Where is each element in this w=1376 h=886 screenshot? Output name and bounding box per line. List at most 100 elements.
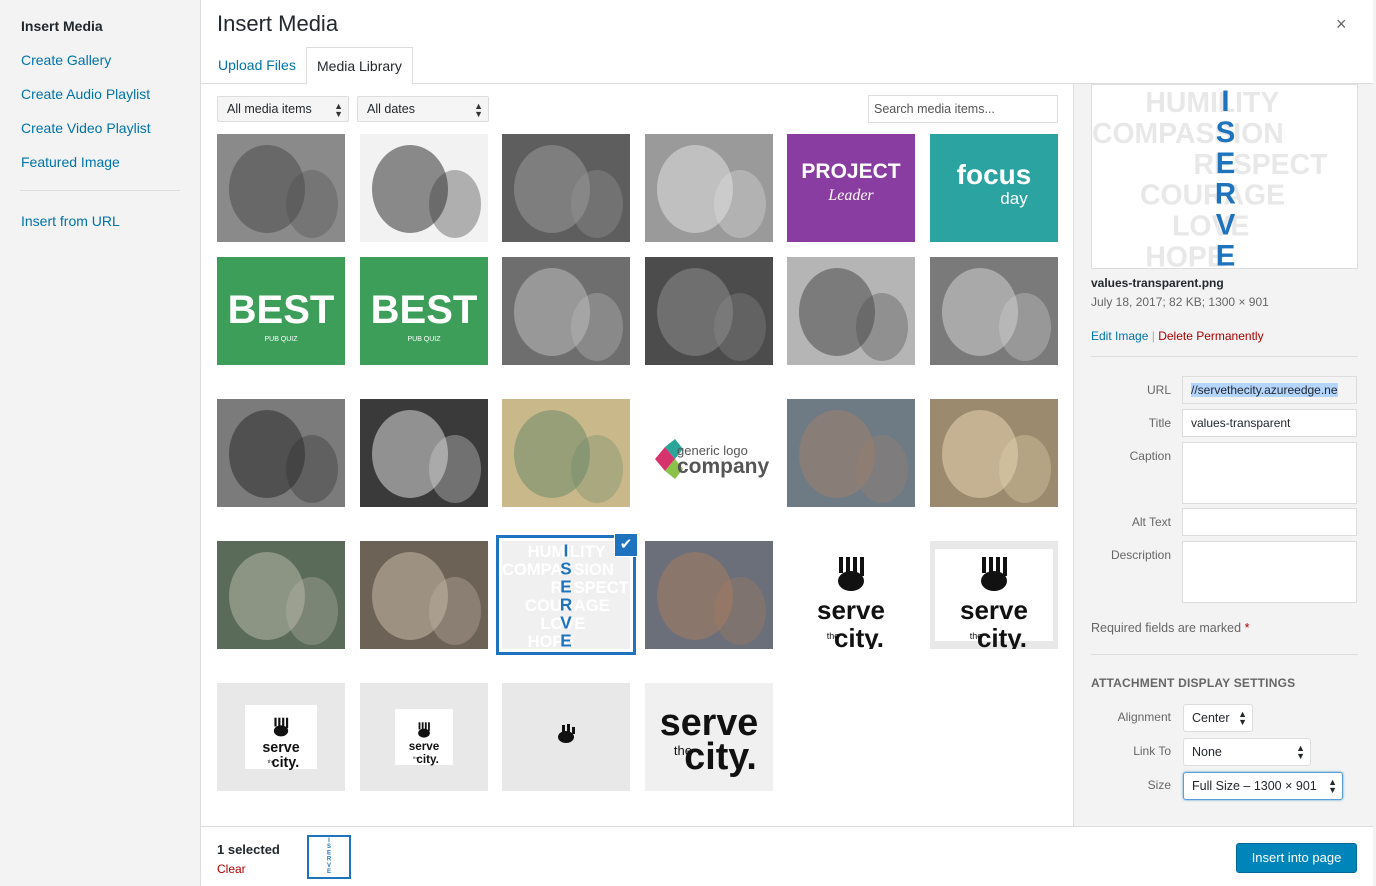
elderly-woman-photo-image [787, 257, 915, 365]
description-field[interactable] [1182, 541, 1357, 603]
attachment-actions: Edit Image | Delete Permanently [1091, 329, 1264, 343]
thumbnail-best-pub-quiz-1[interactable]: BEST PUB QUIZ [217, 257, 345, 365]
tab-media-library[interactable]: Media Library [306, 47, 413, 85]
alignment-select-value: Center [1192, 711, 1230, 725]
alt-text-label: Alt Text [1131, 515, 1171, 529]
church-interior-photo-image [645, 257, 773, 365]
thumbnail-globe-leaf-photo[interactable] [360, 134, 488, 242]
menu-item-create-gallery[interactable]: Create Gallery [21, 52, 111, 68]
menu-item-insert-from-url[interactable]: Insert from URL [21, 213, 120, 229]
menu-item-create-video-playlist[interactable]: Create Video Playlist [21, 120, 151, 136]
stc-city: city. [977, 623, 1027, 649]
display-settings-heading: ATTACHMENT DISPLAY SETTINGS [1091, 676, 1296, 690]
size-label: Size [1147, 778, 1171, 792]
menu-item-featured-image[interactable]: Featured Image [21, 154, 120, 170]
menu-separator [20, 190, 180, 191]
sandwiches-photo-image [930, 399, 1058, 507]
serve-the-city-large-image: servethecity. [645, 683, 773, 791]
values-letter: E [560, 577, 571, 596]
thumbnail-best-pub-quiz-2[interactable]: BEST PUB QUIZ [360, 257, 488, 365]
man-sitting-photo-image [502, 257, 630, 365]
values-word: RESPECT [1193, 149, 1328, 181]
world-map-image-image [502, 399, 630, 507]
thumbnail-child-smiling-photo[interactable] [217, 399, 345, 507]
mini-letter: E [327, 850, 331, 856]
thumbnail-washing-vegetables-photo[interactable] [217, 541, 345, 649]
alt-text-field[interactable] [1182, 508, 1357, 536]
description-label: Description [1110, 548, 1171, 562]
caption-label: Caption [1129, 449, 1171, 463]
thumbnail-hands-sky-photo[interactable] [645, 134, 773, 242]
hands-sky-photo-image [645, 134, 773, 242]
thumbnail-values-transparent[interactable]: HUMILITY COMPASSION RESPECT COURAGE LOVE HOPE… [502, 541, 630, 649]
focus-day-logo-image: focusday [930, 134, 1058, 242]
thumbnail-church-interior-photo[interactable] [645, 257, 773, 365]
edit-image-link[interactable]: Edit Image [1091, 329, 1148, 343]
thumbnail-focus-day-logo[interactable]: focus day [930, 134, 1058, 242]
thumbnail-project-leader-logo[interactable]: PROJECT Leader [787, 134, 915, 242]
media-toolbar: All media items ▲ ▼ All dates ▲ ▼ Search med… [201, 84, 1073, 132]
washing-vegetables-photo-image [217, 541, 345, 649]
title-field[interactable]: values-transparent [1182, 409, 1357, 437]
serve-the-city-4-image: servethecity. [360, 683, 488, 791]
thumbnail-generic-logo-company[interactable]: generic logo company [645, 399, 773, 507]
thumbnail-world-map-image[interactable] [502, 399, 630, 507]
logo-subtext: day [1000, 189, 1028, 208]
close-icon[interactable]: × [1336, 14, 1347, 35]
caption-field[interactable] [1182, 442, 1357, 504]
thumbnail-volunteers-photo[interactable] [787, 399, 915, 507]
link-to-label: Link To [1133, 744, 1171, 758]
clear-selection-link[interactable]: Clear [217, 862, 246, 876]
selected-thumbnail[interactable]: ISERVE [307, 835, 351, 879]
values-word: HOPE [1145, 241, 1225, 269]
modal-title: Insert Media [217, 11, 339, 36]
date-filter[interactable]: All dates ▲ ▼ [357, 96, 489, 122]
logo-text: BEST [371, 288, 478, 332]
alignment-select[interactable]: Center ▲ ▼ [1183, 704, 1253, 732]
thumbnail-children-group-photo[interactable] [645, 541, 773, 649]
generic-logo-company-image: generic logocompany [645, 399, 773, 507]
attachment-filename: values-transparent.png [1091, 276, 1224, 290]
media-footer: 1 selected Clear ISERVE Insert into page [201, 826, 1373, 886]
required-note: Required fields are marked * [1091, 621, 1249, 635]
thumbnail-serve-the-city-3[interactable]: serve the city. [217, 683, 345, 791]
values-letter: E [1216, 147, 1236, 180]
thumbnail-man-sitting-photo[interactable] [502, 257, 630, 365]
thumbnail-serve-the-city-4[interactable]: serve the city. [360, 683, 488, 791]
updown-arrow-icon: ▲ ▼ [474, 101, 483, 119]
thumbnail-two-men-photo[interactable] [217, 134, 345, 242]
hand-holding-photo-image [360, 541, 488, 649]
media-type-filter-value: All media items [227, 102, 312, 116]
checkmark-icon[interactable]: ✔ [614, 533, 638, 557]
thumbnail-elderly-woman-photo[interactable] [787, 257, 915, 365]
thumbnail-elderly-people-photo[interactable] [930, 257, 1058, 365]
values-letter: I [564, 541, 569, 560]
menu-item-create-audio-playlist[interactable]: Create Audio Playlist [21, 86, 150, 102]
size-select[interactable]: Full Size – 1300 × 901 ▲ ▼ [1183, 772, 1343, 800]
search-input[interactable]: Search media items... [868, 95, 1058, 123]
volunteers-photo-image [787, 399, 915, 507]
required-text: Required fields are marked [1091, 621, 1242, 635]
url-field-value: //servethecity.azureedge.ne [1191, 383, 1338, 397]
media-type-filter[interactable]: All media items ▲ ▼ [217, 96, 349, 122]
thumbnail-serve-the-city-2[interactable]: serve the city. [930, 541, 1058, 649]
stc-city: city. [272, 755, 300, 771]
delete-permanently-link[interactable]: Delete Permanently [1158, 329, 1263, 343]
thumbnail-hand-icon-small[interactable] [502, 683, 630, 791]
thumbnail-serve-the-city-large[interactable]: serve the city. [645, 683, 773, 791]
updown-arrow-icon: ▲ ▼ [334, 101, 343, 119]
globe-leaf-photo-image [360, 134, 488, 242]
menu-item-insert-media[interactable]: Insert Media [21, 18, 103, 34]
link-to-select[interactable]: None ▲ ▼ [1183, 738, 1311, 766]
insert-into-page-button[interactable]: Insert into page [1236, 843, 1357, 873]
thumbnail-dog-fence-photo[interactable] [502, 134, 630, 242]
thumbnail-hand-holding-photo[interactable] [360, 541, 488, 649]
tab-upload-files[interactable]: Upload Files [208, 47, 306, 84]
values-letter: R [560, 595, 572, 614]
thumbnail-stop-the-abuse-photo[interactable] [360, 399, 488, 507]
thumbnail-sandwiches-photo[interactable] [930, 399, 1058, 507]
url-field[interactable]: //servethecity.azureedge.ne [1182, 376, 1357, 404]
updown-arrow-icon: ▲ ▼ [1238, 709, 1247, 727]
values-word: COURAGE [1140, 180, 1285, 212]
thumbnail-serve-the-city-1[interactable]: serve the city. [787, 541, 915, 649]
